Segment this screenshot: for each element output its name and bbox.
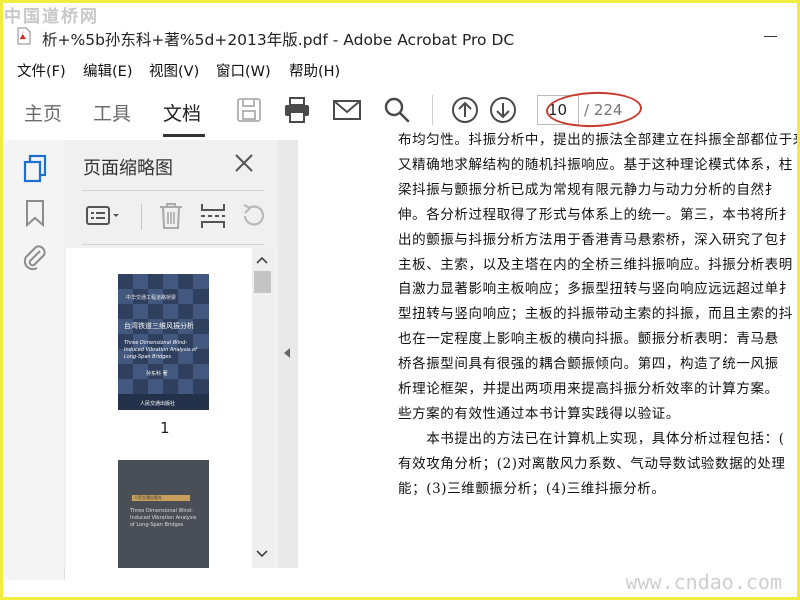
tab-home[interactable]: 主页 [24,99,62,126]
scroll-up-arrow-icon[interactable] [256,256,268,264]
watermark-top-left: 中国道桥网 [4,7,99,27]
cover-title-cn: 台湾铁道三维风振分析 [124,322,194,330]
menu-view[interactable]: 视图(V) [149,60,199,81]
tab-document[interactable]: 文档 [163,99,201,126]
scroll-thumb[interactable] [254,271,271,293]
menu-window[interactable]: 窗口(W) [216,60,271,81]
document-text-line: 自激力显著影响主板响应；多振型扭转与竖向响应远远超过单扌 [398,281,793,298]
minimize-button[interactable] [756,24,786,48]
pdf-file-icon [17,27,31,45]
tab-tools[interactable]: 工具 [93,99,131,126]
toolbar-separator [432,95,433,125]
rotate-page-icon[interactable] [241,202,267,230]
page-down-icon[interactable] [489,96,517,124]
document-text-line: 有效攻角分析；(2)对离散风力系数、气动导数试验数据的处理 [398,455,786,472]
page-thumbnails-icon[interactable] [22,154,48,184]
active-tab-indicator [163,134,205,137]
document-text-line: 桥各振型间具有很强的耦合颤振倾向。第四，构造了统一风振 [398,356,779,373]
thumbnail-page-number: 1 [160,419,170,437]
search-icon[interactable] [383,96,411,124]
attachment-icon[interactable] [21,243,49,271]
save-icon[interactable] [236,97,262,123]
window-title: 析+%5b孙东科+著%5d+2013年版.pdf - Adobe Acrobat… [42,31,515,49]
cover-title-en: Three Dimensional Wind-Induced Vibration… [124,340,197,360]
menu-edit[interactable]: 编辑(E) [83,60,132,81]
document-text-line: 主板、主索，以及主塔在内的全桥三维抖振响应。抖振分析表明 [398,256,793,273]
cover-series-label: 中华交通工程道路桥梁 [126,295,177,301]
page-up-icon[interactable] [451,96,479,124]
collapse-arrow-icon[interactable] [283,347,291,359]
cover-author: 孙东科 著 [146,371,168,377]
document-text-line: 布均匀性。抖振分析中，提出的振法全部建立在抖振全部都位于来向分 [398,132,800,148]
email-icon[interactable] [332,98,362,122]
panel-title: 页面缩略图 [83,158,173,179]
thumbnail-page-1[interactable]: 中华交通工程道路桥梁 台湾铁道三维风振分析 Three Dimensional … [118,274,209,410]
panel-tool-separator [141,204,142,230]
panel-divider [82,190,264,191]
document-text-line: 些方案的有效性通过本书计算实践得以验证。 [398,405,680,422]
close-panel-icon[interactable] [232,151,256,175]
print-icon[interactable] [283,96,311,124]
document-text-line: 能；(3)三维颤振分析；(4)三维抖振分析。 [398,480,666,497]
thumbnail-page-2[interactable]: 人民交通出版社 Three Dimensional Wind-Induced V… [118,460,209,568]
document-text-line: 梁抖振与颤振分析已成为常规有限元静力与动力分析的自然扌 [398,181,779,198]
menu-help[interactable]: 帮助(H) [289,60,340,81]
document-text-line: 出的颤振与抖振分析方法用于香港青马悬索桥，深入研究了包扌 [398,231,793,248]
insert-page-icon[interactable] [199,202,227,230]
cover-publisher: 人民交通出版社 [140,401,176,407]
document-text-line: 伸。各分析过程取得了形式与体系上的统一。第三，本书将所扌 [398,206,793,223]
panel-divider-2 [82,244,264,245]
document-text-line: 析理论框架，并提出两项用来提高抖振分析效率的计算方案。 [398,381,779,397]
scroll-down-arrow-icon[interactable] [256,550,268,558]
watermark-bottom-right: www.cndao.com [625,570,782,594]
thumbnail-options-icon[interactable] [85,204,123,228]
cover2-publisher: 人民交通出版社 [134,495,162,500]
thumbnail-scrollbar[interactable] [252,248,274,568]
document-text-line: 又精确地求解结构的随机抖振响应。基于这种理论模式体系，柱 [398,156,793,173]
document-text-line: 型扭转与竖向响应；主板的抖振带动主索的抖振，而且主索的抖 [398,306,793,323]
cover2-title-en: Three Dimensional Wind-Induced Vibration… [130,508,197,528]
document-text-line: 也在一定程度上影响主板的横向抖振。颤振分析表明：青马悬 [398,331,779,348]
delete-page-icon[interactable] [157,201,185,231]
menu-file[interactable]: 文件(F) [17,60,66,81]
bookmark-icon[interactable] [24,199,46,227]
document-text-line: 本书提出的方法已在计算机上实现，具体分析过程包括：( [398,430,785,447]
